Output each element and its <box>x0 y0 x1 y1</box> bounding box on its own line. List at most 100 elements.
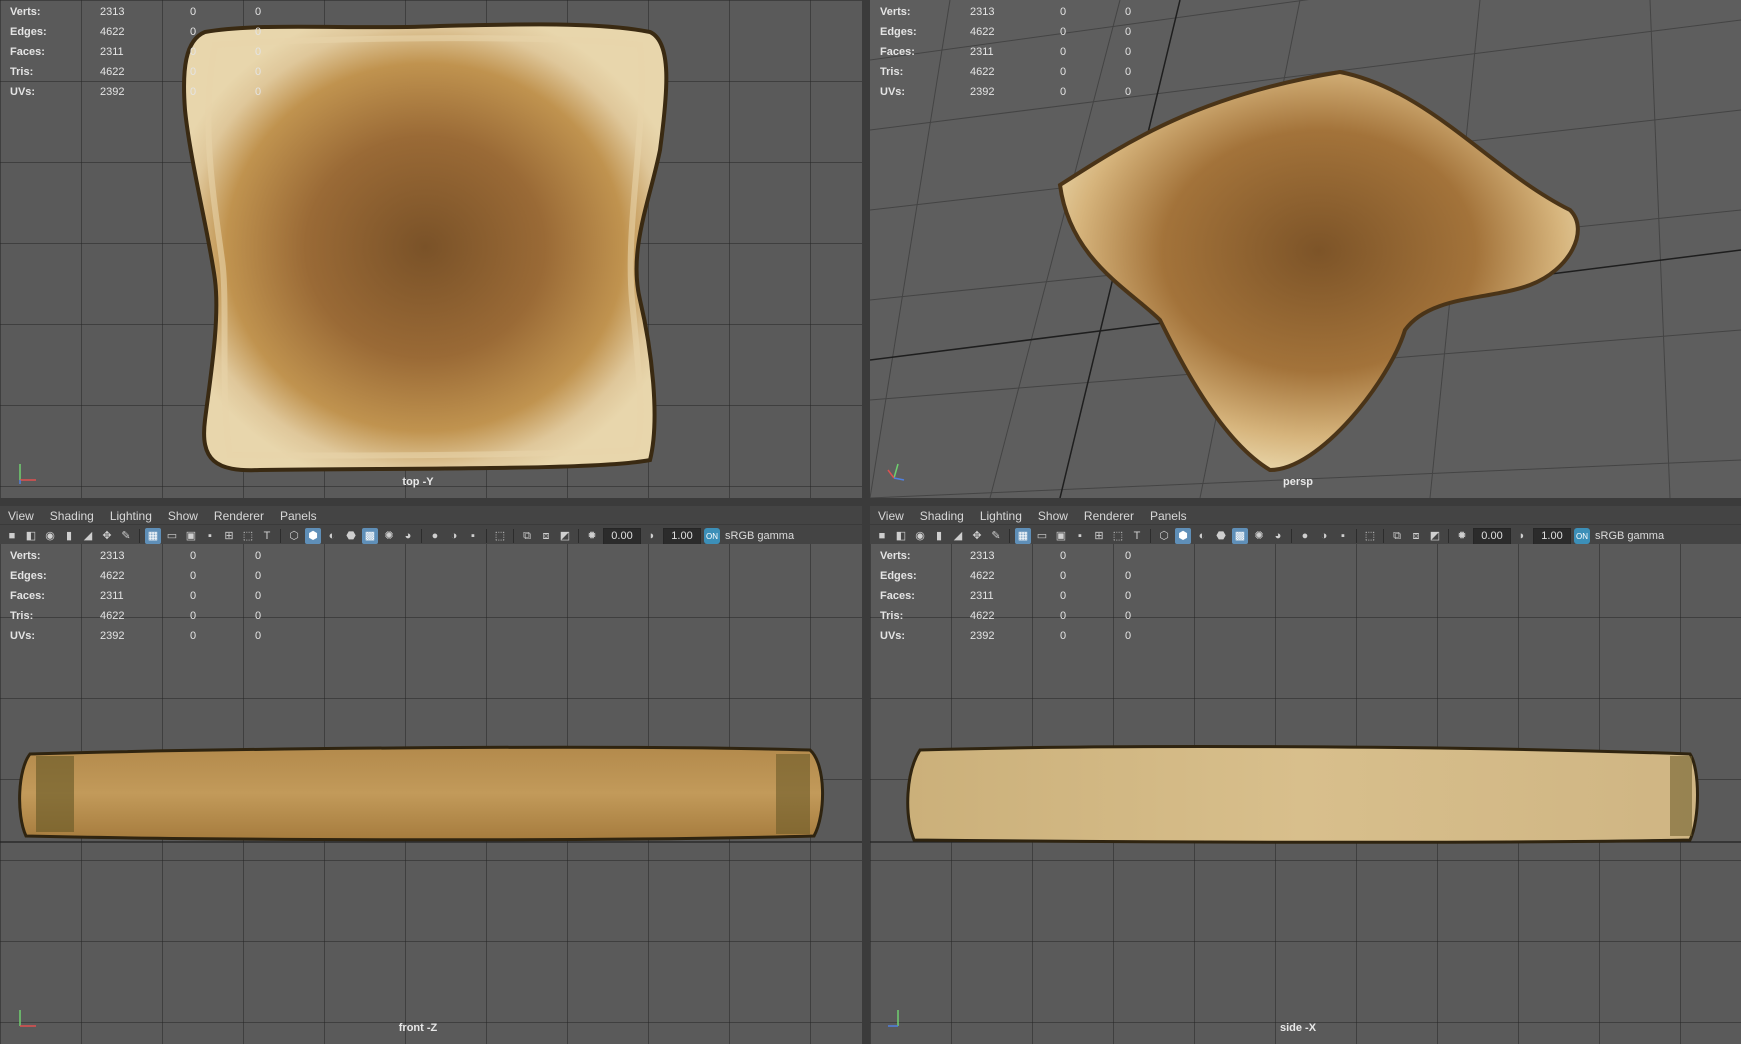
lock-camera-icon[interactable]: ◧ <box>893 528 909 544</box>
stats-row-faces: Faces: 2311 0 0 <box>10 46 262 58</box>
gate-mask-icon[interactable]: ▪ <box>202 528 218 544</box>
color-space-label[interactable]: sRGB gamma <box>1593 530 1664 542</box>
axis-gizmo-icon <box>888 1010 899 1027</box>
menu-renderer[interactable]: Renderer <box>1076 509 1142 523</box>
gamma-icon[interactable]: ◗ <box>644 528 660 544</box>
menu-view[interactable]: View <box>870 509 912 523</box>
viewport-persp[interactable]: Verts: 2313 0 0 Edges: 4622 0 0 Faces: 2311 0 0 T… <box>870 0 1741 498</box>
motion-blur-icon[interactable]: ◑ <box>446 528 462 544</box>
color-management-icon[interactable]: ON <box>704 528 720 544</box>
xray-joints-icon[interactable]: ◩ <box>1427 528 1443 544</box>
default-lighting-icon[interactable]: ◐ <box>324 528 340 544</box>
pane-divider-vertical[interactable] <box>862 0 870 1044</box>
safe-action-icon[interactable]: ⬚ <box>240 528 256 544</box>
gamma-field[interactable] <box>1533 527 1571 545</box>
use-all-lights-icon[interactable]: ✺ <box>1251 528 1267 544</box>
isolate-select-icon[interactable]: ⬚ <box>1362 528 1378 544</box>
axis-gizmo-icon <box>887 463 905 481</box>
exposure-icon[interactable]: ✹ <box>584 528 600 544</box>
menu-panels[interactable]: Panels <box>272 509 325 523</box>
field-chart-icon[interactable]: ⊞ <box>1091 528 1107 544</box>
color-space-label[interactable]: sRGB gamma <box>723 530 794 542</box>
gamma-icon[interactable]: ◗ <box>1514 528 1530 544</box>
gamma-field[interactable] <box>663 527 701 545</box>
menu-show[interactable]: Show <box>1030 509 1076 523</box>
safe-title-icon[interactable]: T <box>259 528 275 544</box>
poly-stats-hud: Verts: 2313 0 0 Edges: 4622 0 0 Faces: 2311 0 0 T… <box>10 550 262 642</box>
stats-row-tris: Tris: 4622 0 0 <box>10 66 262 78</box>
motion-blur-icon[interactable]: ◑ <box>1316 528 1332 544</box>
film-gate-icon[interactable]: ▭ <box>164 528 180 544</box>
screen-space-ao-icon[interactable]: ● <box>427 528 443 544</box>
lock-camera-icon[interactable]: ◧ <box>23 528 39 544</box>
poly-stats-hud: Verts: 2313 0 0 Edges: 4622 0 0 Faces: 2311 0 0 T… <box>880 6 1132 98</box>
viewport-menubar-side: View Shading Lighting Show Renderer Pane… <box>870 506 1741 526</box>
bookmark-icon[interactable]: ▮ <box>61 528 77 544</box>
resolution-gate-icon[interactable]: ▣ <box>1053 528 1069 544</box>
grid-icon[interactable]: ▦ <box>145 528 161 544</box>
viewport-top[interactable]: Verts: 2313 0 0 Edges: 4622 0 0 Faces: 2311 0 0 T… <box>0 0 862 498</box>
axis-gizmo-icon <box>19 1010 36 1027</box>
stats-row-edges: Edges: 4622 0 0 <box>10 26 262 38</box>
camera-attributes-icon[interactable]: ◉ <box>42 528 58 544</box>
xray-active-icon[interactable]: ⧈ <box>538 528 554 544</box>
smooth-shade-icon[interactable]: ⬢ <box>305 528 321 544</box>
poly-stats-hud: Verts: 2313 0 0 Edges: 4622 0 0 Faces: 2311 0 0 T… <box>10 2 295 102</box>
default-lighting-icon[interactable]: ◐ <box>1194 528 1210 544</box>
menu-show[interactable]: Show <box>160 509 206 523</box>
viewport-front[interactable]: Verts: 2313 0 0 Edges: 4622 0 0 Faces: 2311 0 0 T… <box>0 544 862 1044</box>
menu-view[interactable]: View <box>0 509 42 523</box>
isolate-select-icon[interactable]: ⬚ <box>492 528 508 544</box>
wireframe-on-shaded-icon[interactable]: ⬣ <box>1213 528 1229 544</box>
menu-shading[interactable]: Shading <box>912 509 972 523</box>
gate-mask-icon[interactable]: ▪ <box>1072 528 1088 544</box>
exposure-icon[interactable]: ✹ <box>1454 528 1470 544</box>
textured-icon[interactable]: ▩ <box>1232 528 1248 544</box>
menu-lighting[interactable]: Lighting <box>102 509 160 523</box>
stats-row-uvs: UVs: 2392 0 0 <box>10 86 262 98</box>
xray-icon[interactable]: ⧉ <box>519 528 535 544</box>
resolution-gate-icon[interactable]: ▣ <box>183 528 199 544</box>
image-plane-icon[interactable]: ◢ <box>950 528 966 544</box>
grease-pencil-icon[interactable]: ✎ <box>118 528 134 544</box>
2d-pan-zoom-icon[interactable]: ✥ <box>969 528 985 544</box>
camera-attributes-icon[interactable]: ◉ <box>912 528 928 544</box>
shadows-icon[interactable]: ◕ <box>400 528 416 544</box>
menu-shading[interactable]: Shading <box>42 509 102 523</box>
xray-active-icon[interactable]: ⧈ <box>1408 528 1424 544</box>
wireframe-icon[interactable]: ⬡ <box>1156 528 1172 544</box>
film-gate-icon[interactable]: ▭ <box>1034 528 1050 544</box>
grease-pencil-icon[interactable]: ✎ <box>988 528 1004 544</box>
exposure-field[interactable] <box>1473 527 1511 545</box>
viewport-side[interactable]: Verts: 2313 0 0 Edges: 4622 0 0 Faces: 2311 0 0 T… <box>870 544 1741 1044</box>
select-camera-icon[interactable]: ■ <box>874 528 890 544</box>
anti-aliasing-icon[interactable]: ▪ <box>465 528 481 544</box>
wireframe-icon[interactable]: ⬡ <box>286 528 302 544</box>
menu-lighting[interactable]: Lighting <box>972 509 1030 523</box>
safe-action-icon[interactable]: ⬚ <box>1110 528 1126 544</box>
axis-gizmo-icon <box>19 464 36 484</box>
wireframe-on-shaded-icon[interactable]: ⬣ <box>343 528 359 544</box>
pane-divider-horizontal[interactable] <box>0 498 1741 506</box>
image-plane-icon[interactable]: ◢ <box>80 528 96 544</box>
xray-joints-icon[interactable]: ◩ <box>557 528 573 544</box>
color-management-icon[interactable]: ON <box>1574 528 1590 544</box>
grid-icon[interactable]: ▦ <box>1015 528 1031 544</box>
textured-icon[interactable]: ▩ <box>362 528 378 544</box>
camera-label-side: side -X <box>1279 1022 1317 1034</box>
use-all-lights-icon[interactable]: ✺ <box>381 528 397 544</box>
xray-icon[interactable]: ⧉ <box>1389 528 1405 544</box>
select-camera-icon[interactable]: ■ <box>4 528 20 544</box>
screen-space-ao-icon[interactable]: ● <box>1297 528 1313 544</box>
anti-aliasing-icon[interactable]: ▪ <box>1335 528 1351 544</box>
2d-pan-zoom-icon[interactable]: ✥ <box>99 528 115 544</box>
field-chart-icon[interactable]: ⊞ <box>221 528 237 544</box>
exposure-field[interactable] <box>603 527 641 545</box>
safe-title-icon[interactable]: T <box>1129 528 1145 544</box>
menu-renderer[interactable]: Renderer <box>206 509 272 523</box>
shadows-icon[interactable]: ◕ <box>1270 528 1286 544</box>
smooth-shade-icon[interactable]: ⬢ <box>1175 528 1191 544</box>
bookmark-icon[interactable]: ▮ <box>931 528 947 544</box>
menu-panels[interactable]: Panels <box>1142 509 1195 523</box>
camera-label-persp: persp <box>1283 476 1313 488</box>
